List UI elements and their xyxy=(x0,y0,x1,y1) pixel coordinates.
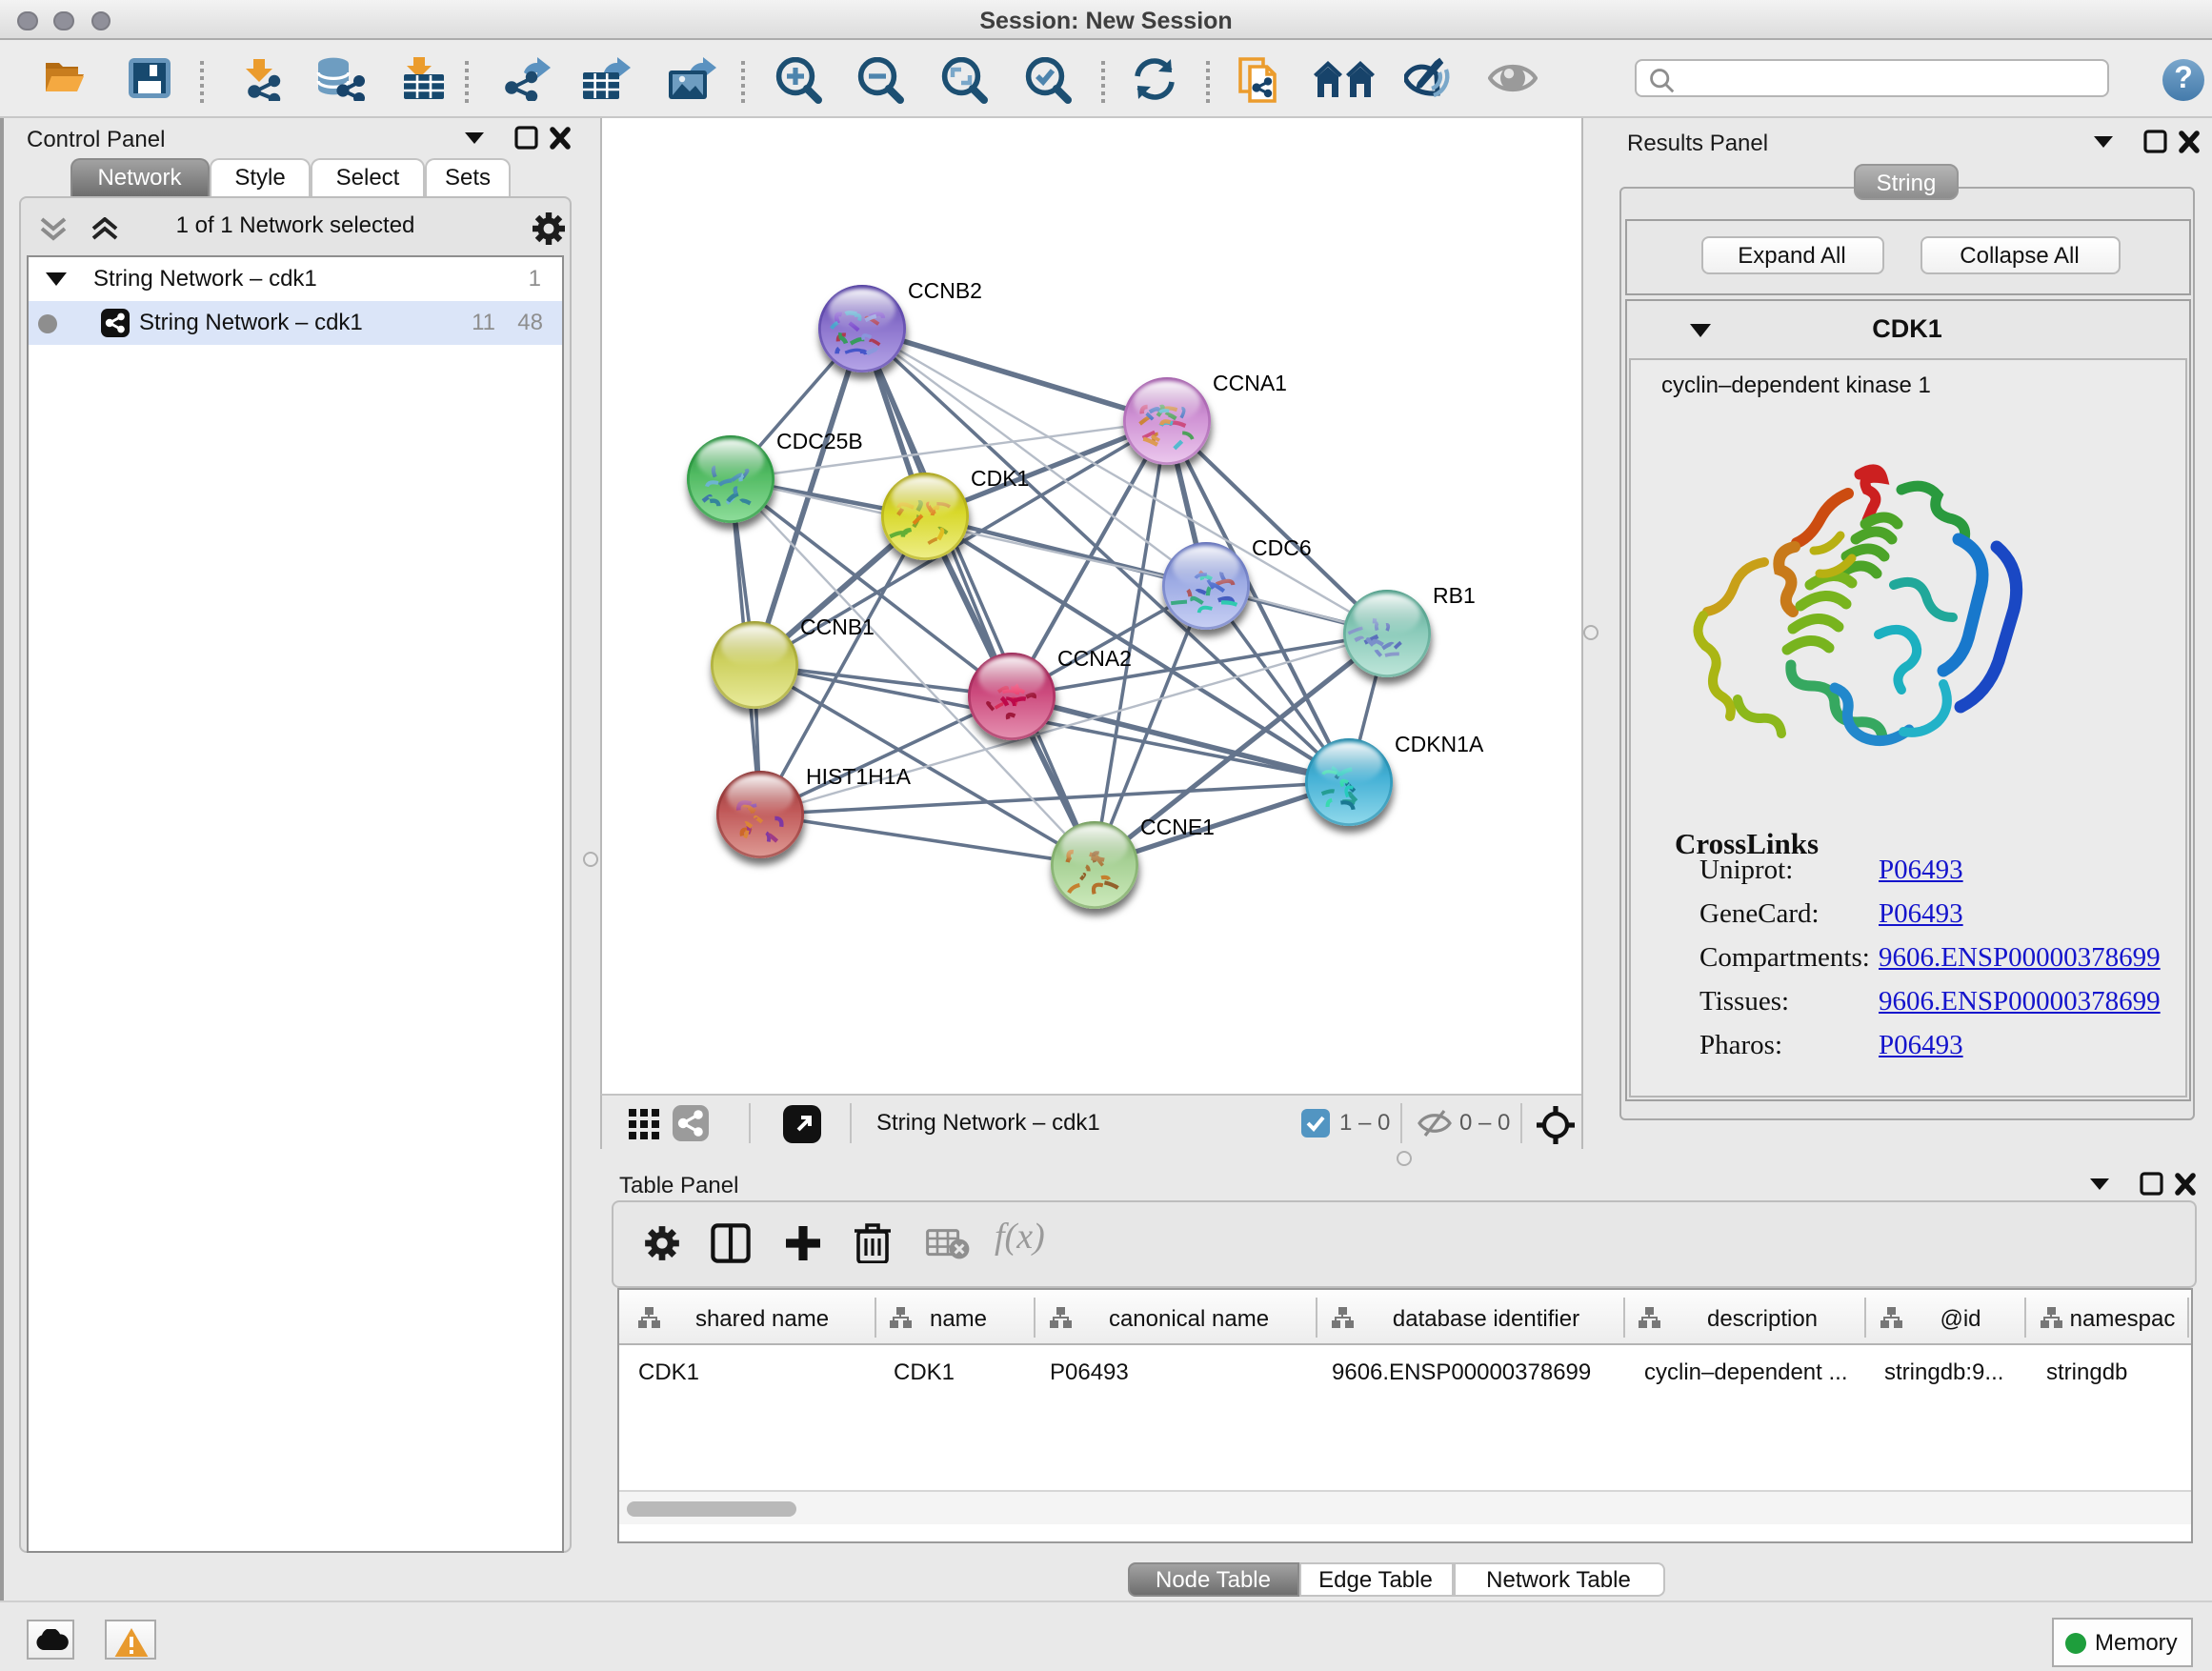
svg-text:name: name xyxy=(930,1306,987,1332)
svg-text:namespac: namespac xyxy=(2070,1306,2176,1332)
svg-text:@id: @id xyxy=(1940,1306,1981,1332)
svg-text:canonical name: canonical name xyxy=(1109,1306,1269,1332)
svg-text:CDC25B: CDC25B xyxy=(776,429,863,453)
svg-text:HIST1H1A: HIST1H1A xyxy=(806,764,912,789)
svg-text:CCNB2: CCNB2 xyxy=(908,278,982,303)
svg-text:CCNA2: CCNA2 xyxy=(1057,646,1132,671)
svg-text:description: description xyxy=(1707,1306,1818,1332)
svg-text:RB1: RB1 xyxy=(1433,583,1476,608)
svg-text:CDKN1A: CDKN1A xyxy=(1395,732,1484,756)
svg-text:database identifier: database identifier xyxy=(1393,1306,1579,1332)
svg-text:shared name: shared name xyxy=(695,1306,829,1332)
svg-text:CCNE1: CCNE1 xyxy=(1140,815,1215,839)
svg-text:CCNA1: CCNA1 xyxy=(1213,371,1287,395)
svg-text:CDK1: CDK1 xyxy=(971,466,1029,491)
svg-text:CDC6: CDC6 xyxy=(1252,535,1312,560)
svg-text:CCNB1: CCNB1 xyxy=(800,614,875,639)
